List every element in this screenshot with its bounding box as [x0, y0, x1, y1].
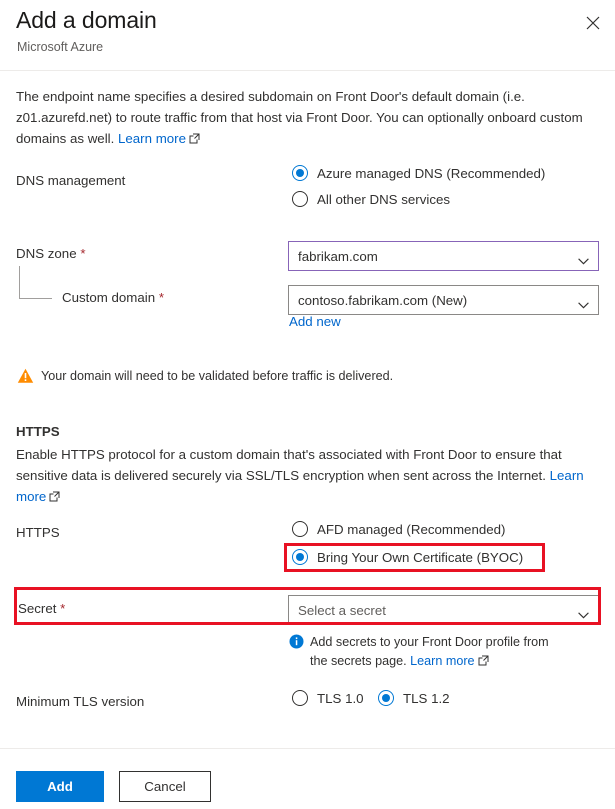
https-section-heading: HTTPS [16, 424, 60, 439]
close-button[interactable] [580, 10, 606, 36]
secret-note-line1: Add secrets to your Front Door profile f… [310, 635, 549, 649]
required-asterisk: * [80, 246, 86, 261]
radio-indicator [292, 690, 308, 706]
add-new-link[interactable]: Add new [289, 314, 341, 329]
radio-indicator [292, 191, 308, 207]
info-icon [289, 634, 304, 649]
warning-text: Your domain will need to be validated be… [41, 369, 394, 383]
https-field-label: HTTPS [16, 525, 60, 540]
radio-label: TLS 1.2 [403, 690, 450, 706]
secret-learn-more-link[interactable]: Learn more [410, 654, 474, 668]
external-link-icon [478, 653, 489, 666]
radio-indicator [292, 549, 308, 565]
tree-connector [19, 266, 52, 299]
secret-placeholder: Select a secret [298, 602, 386, 618]
secret-info-note: Add secrets to your Front Door profile f… [310, 633, 600, 671]
external-link-icon [189, 129, 200, 144]
secret-dropdown[interactable]: Select a secret [288, 595, 599, 625]
page-title: Add a domain [16, 7, 157, 33]
radio-label: All other DNS services [317, 191, 451, 207]
radio-afd-managed[interactable]: AFD managed (Recommended) [292, 521, 505, 537]
radio-tls-10[interactable]: TLS 1.0 [292, 690, 364, 706]
radio-indicator [378, 690, 394, 706]
cancel-button[interactable]: Cancel [119, 771, 211, 802]
header-divider [0, 70, 615, 71]
intro-learn-more-link[interactable]: Learn more [118, 131, 186, 146]
chevron-down-icon [578, 606, 589, 619]
secret-note-line2: the secrets page. [310, 654, 411, 668]
https-description-text: Enable HTTPS protocol for a custom domai… [16, 447, 562, 483]
required-asterisk: * [60, 601, 66, 616]
radio-label: Bring Your Own Certificate (BYOC) [317, 549, 524, 565]
custom-domain-label: Custom domain * [62, 290, 164, 305]
dialog-header: Add a domain Microsoft Azure [0, 0, 615, 70]
dns-zone-dropdown[interactable]: fabrikam.com [288, 241, 599, 271]
close-icon [586, 16, 600, 30]
add-button[interactable]: Add [16, 771, 104, 802]
radio-label: TLS 1.0 [317, 690, 364, 706]
dns-zone-label-text: DNS zone [16, 246, 77, 261]
intro-text: The endpoint name specifies a desired su… [16, 89, 583, 146]
tls-version-label: Minimum TLS version [16, 694, 145, 709]
custom-domain-dropdown[interactable]: contoso.fabrikam.com (New) [288, 285, 599, 315]
secret-label-text: Secret [18, 601, 57, 616]
dns-zone-value: fabrikam.com [298, 248, 378, 264]
custom-domain-value: contoso.fabrikam.com (New) [298, 292, 468, 308]
radio-azure-managed-dns[interactable]: Azure managed DNS (Recommended) [292, 165, 545, 181]
https-section-description: Enable HTTPS protocol for a custom domai… [16, 444, 588, 507]
radio-indicator [292, 521, 308, 537]
radio-all-other-dns-services[interactable]: All other DNS services [292, 191, 450, 207]
dns-zone-label: DNS zone * [16, 246, 86, 261]
external-link-icon [49, 487, 60, 502]
warning-icon [17, 368, 34, 384]
radio-label: Azure managed DNS (Recommended) [317, 165, 546, 181]
radio-tls-12[interactable]: TLS 1.2 [378, 690, 450, 706]
dns-management-label: DNS management [16, 173, 126, 188]
radio-bring-your-own-certificate[interactable]: Bring Your Own Certificate (BYOC) [292, 549, 523, 565]
intro-paragraph: The endpoint name specifies a desired su… [16, 86, 594, 149]
secret-label: Secret * [18, 601, 65, 616]
custom-domain-label-text: Custom domain [62, 290, 156, 305]
radio-label: AFD managed (Recommended) [317, 521, 506, 537]
footer-divider [0, 748, 615, 749]
radio-indicator [292, 165, 308, 181]
dialog-subtitle: Microsoft Azure [17, 40, 104, 54]
chevron-down-icon [578, 296, 589, 309]
required-asterisk: * [158, 290, 165, 305]
chevron-down-icon [578, 252, 589, 265]
add-domain-dialog: Add a domain Microsoft Azure The endpoin… [0, 0, 615, 809]
